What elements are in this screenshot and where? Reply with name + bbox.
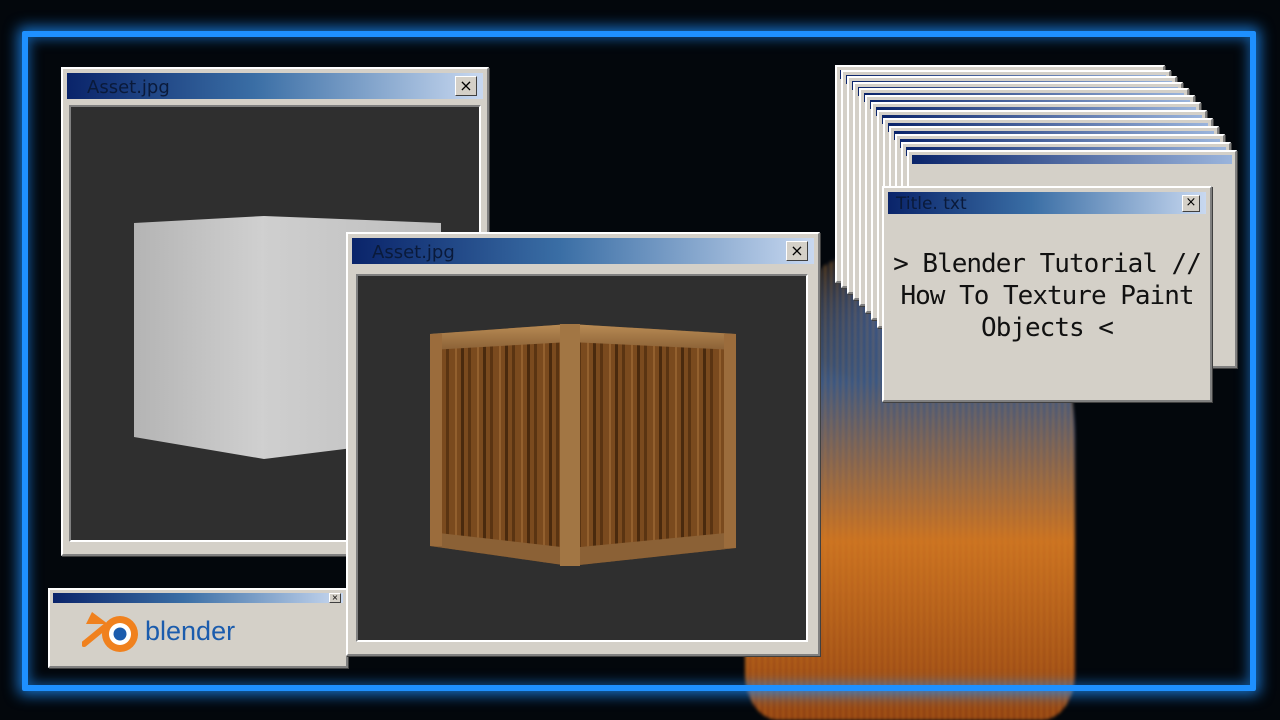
asset-window-front[interactable]: Asset.jpg × [346,232,820,656]
tutorial-title-text: > Blender Tutorial // How To Texture Pai… [892,248,1202,344]
titlebar[interactable]: Asset.jpg × [67,73,483,99]
close-icon[interactable]: × [1182,195,1200,212]
render-viewport [356,274,808,642]
window-title: Title. txt [896,194,967,214]
title-line-1: > Blender Tutorial // [893,249,1202,279]
window-title: Asset.jpg [372,242,455,263]
close-icon[interactable]: × [329,593,341,603]
window-title: Asset.jpg [87,77,170,98]
blender-logo-window[interactable]: × blender [48,588,348,668]
title-line-3: Objects < [981,313,1114,343]
blender-wordmark: blender [145,616,236,646]
titlebar[interactable]: Title. txt × [888,192,1206,214]
titlebar[interactable]: × [53,593,343,603]
blender-logo-icon [82,612,138,652]
titlebar[interactable]: Asset.jpg × [352,238,814,264]
title-line-2: How To Texture Paint [900,281,1194,311]
close-icon[interactable]: × [455,76,477,96]
close-icon[interactable]: × [786,241,808,261]
wooden-crate-render [430,324,736,566]
title-txt-window[interactable]: Title. txt × > Blender Tutorial // How T… [882,186,1212,402]
